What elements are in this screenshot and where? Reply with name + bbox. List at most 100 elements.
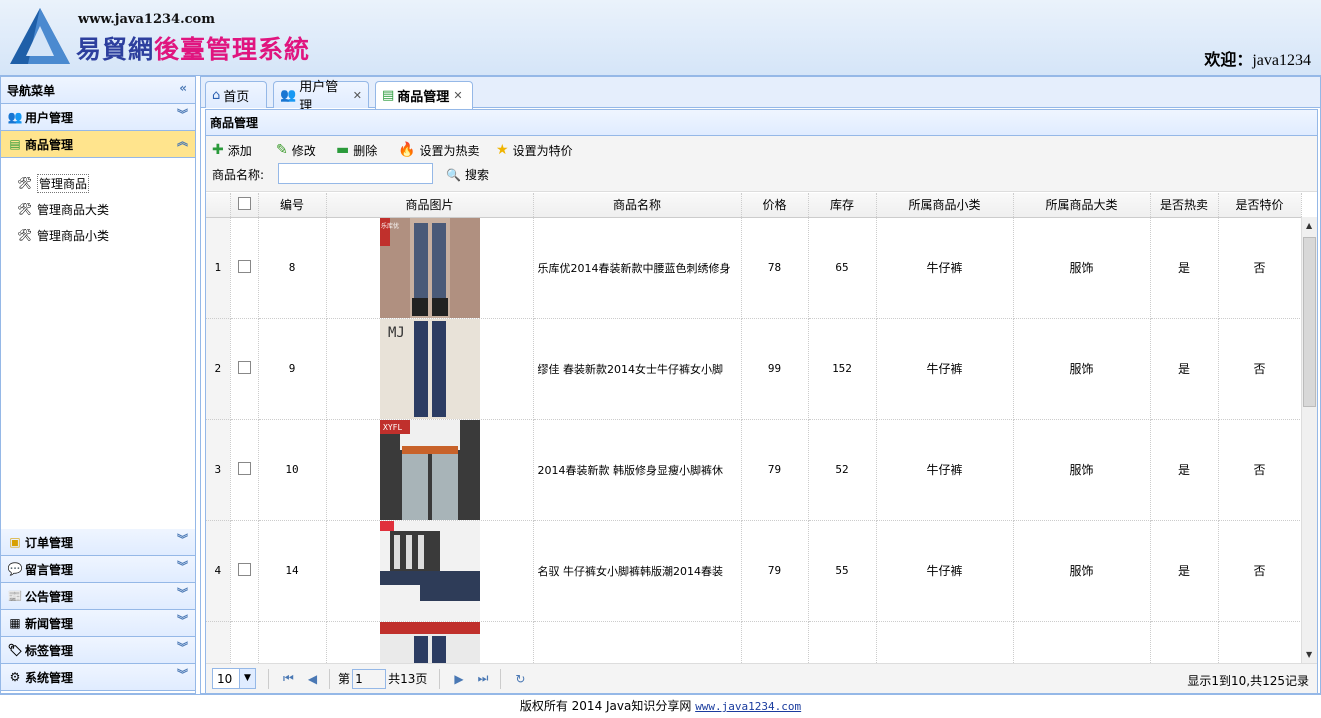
prev-page-icon[interactable]: ◀ (308, 672, 317, 686)
site-title: 易貿網後臺管理系統 (76, 35, 311, 64)
nav-section-news[interactable]: ▦ 新闻管理 ︾ (1, 610, 195, 637)
svg-text:乐库优: 乐库优 (381, 222, 399, 230)
last-page-icon[interactable]: ⏭ (478, 671, 489, 686)
nav-section-products[interactable]: ▤ 商品管理 ︽ (1, 131, 195, 158)
dropdown-arrow-icon[interactable]: ▼ (239, 669, 255, 688)
scrollbar-thumb[interactable] (1303, 237, 1316, 407)
page-number-input[interactable]: 1 (352, 668, 387, 689)
column-header[interactable]: 商品图片 (326, 193, 534, 218)
collapse-left-icon[interactable]: « (179, 82, 187, 94)
footer-link[interactable]: www.java1234.com (695, 700, 801, 713)
submenu-manage-small-categories[interactable]: 🛠 管理商品小类 (17, 222, 195, 248)
table-row[interactable]: 2 9 MJ 缪佳 春装新款2014女士牛仔裤女小脚 99 152 牛仔裤 服饰… (206, 318, 1302, 420)
cell-stock: 152 (808, 318, 877, 420)
chevron-down-icon[interactable]: ︾ (177, 534, 188, 545)
vertical-scrollbar[interactable]: ▲ ▼ (1301, 217, 1317, 663)
column-header[interactable]: 是否特价 (1218, 193, 1302, 218)
welcome-user: java1234 (1252, 52, 1311, 69)
delete-button[interactable]: ▬ 删除 (336, 140, 377, 160)
chevron-down-icon[interactable]: ︾ (177, 669, 188, 680)
cell-small-category: 牛仔裤 (876, 318, 1014, 420)
refresh-icon[interactable]: ↻ (515, 672, 525, 686)
chevron-down-icon[interactable]: ︾ (177, 615, 188, 626)
product-name-search-input[interactable] (278, 163, 433, 184)
tab-home[interactable]: ⌂ 首页 (205, 81, 267, 108)
product-table: 编号 商品图片 商品名称 价格 库存 所属商品小类 所属商品大类 是否热卖 是否… (206, 193, 1302, 663)
column-header[interactable]: 是否热卖 (1150, 193, 1219, 218)
cell-big-category: 服饰 (1013, 217, 1151, 319)
table-row[interactable]: 4 14 名驭 牛仔裤女小脚裤韩版潮2014春装 79 55 牛仔裤 服饰 是 … (206, 520, 1302, 622)
chevron-up-icon[interactable]: ︽ (177, 136, 188, 147)
table-row[interactable]: 3 10 XYFL 2014春装新款 韩版修身显瘦小脚裤休 79 52 牛仔裤 … (206, 419, 1302, 521)
edit-button[interactable]: ✎ 修改 (276, 140, 316, 160)
row-number (206, 621, 231, 663)
cell-id: 9 (258, 318, 327, 420)
column-header[interactable]: 编号 (258, 193, 327, 218)
nav-section-messages[interactable]: 💬 留言管理 ︾ (1, 556, 195, 583)
close-icon[interactable]: ✕ (353, 89, 362, 102)
cell-big-category: 服饰 (1013, 520, 1151, 622)
page-size-select[interactable]: 10 ▼ (212, 668, 256, 689)
site-url: www.java1234.com (78, 12, 215, 27)
system-icon: ⚙ (9, 670, 21, 684)
cell-price: 79 (741, 419, 809, 521)
add-button[interactable]: ✚ 添加 (212, 140, 252, 160)
close-icon[interactable]: ✕ (453, 89, 462, 102)
footer: 版权所有 2014 Java知识分享网 www.java1234.com (0, 694, 1321, 717)
cell-name: 乐库优2014春装新款中腰蓝色刺绣修身 (533, 217, 742, 319)
chevron-down-icon[interactable]: ︾ (177, 588, 188, 599)
notice-icon: 📰 (7, 589, 23, 603)
nav-section-orders[interactable]: ▣ 订单管理 ︾ (1, 529, 195, 556)
nav-section-users[interactable]: 👥 用户管理 ︾ (1, 104, 195, 131)
select-all-checkbox-cell[interactable] (230, 193, 259, 218)
row-checkbox[interactable] (237, 461, 251, 475)
select-all-checkbox[interactable] (237, 196, 251, 210)
nav-section-notices[interactable]: 📰 公告管理 ︾ (1, 583, 195, 610)
row-checkbox-cell[interactable] (230, 520, 259, 622)
column-header[interactable]: 所属商品大类 (1013, 193, 1151, 218)
row-checkbox-cell[interactable] (230, 217, 259, 319)
submenu-manage-big-categories[interactable]: 🛠 管理商品大类 (17, 196, 195, 222)
row-checkbox[interactable] (237, 360, 251, 374)
tab-user-management[interactable]: 👥 用户管理 ✕ (273, 80, 369, 114)
page-label-pre: 第 (338, 672, 351, 686)
search-button[interactable]: 🔍 搜索 (446, 166, 489, 183)
chevron-down-icon[interactable]: ︾ (177, 642, 188, 653)
nav-section-system[interactable]: ⚙ 系统管理 ︾ (1, 664, 195, 691)
scroll-down-icon[interactable]: ▼ (1306, 650, 1312, 659)
tab-product-management[interactable]: ▤ 商品管理 ✕ (375, 81, 473, 109)
cell-special: 否 (1218, 419, 1302, 521)
cell-stock: 65 (808, 217, 877, 319)
first-page-icon[interactable]: ⏮ (283, 671, 294, 686)
column-header[interactable]: 所属商品小类 (876, 193, 1014, 218)
cell-image: MJ (326, 318, 534, 420)
column-header[interactable]: 价格 (741, 193, 809, 218)
table-row[interactable]: 1 8 乐库优 乐库优2014春装新款中腰蓝色刺绣修身 78 65 牛仔裤 服饰… (206, 217, 1302, 319)
grid-icon: ▤ (9, 137, 21, 151)
row-checkbox-cell[interactable] (230, 318, 259, 420)
cell-small-category: 牛仔裤 (876, 419, 1014, 521)
scroll-up-icon[interactable]: ▲ (1306, 221, 1312, 230)
cell-stock (808, 621, 877, 663)
remove-icon: ▬ (336, 142, 350, 158)
row-checkbox-cell[interactable] (230, 621, 259, 663)
chevron-down-icon[interactable]: ︾ (177, 561, 188, 572)
nav-section-tags[interactable]: 🏷 标签管理 ︾ (1, 637, 195, 664)
row-checkbox[interactable] (237, 259, 251, 273)
tools-icon: 🛠 (17, 228, 33, 242)
next-page-icon[interactable]: ▶ (454, 672, 463, 686)
cell-hot (1150, 621, 1219, 663)
column-header[interactable]: 库存 (808, 193, 877, 218)
submenu-manage-products[interactable]: 🛠 管理商品 (17, 170, 195, 196)
cell-image: 乐库优 (326, 217, 534, 319)
column-header[interactable]: 商品名称 (533, 193, 742, 218)
table-row[interactable] (206, 621, 1302, 663)
set-special-button[interactable]: ★ 设置为特价 (496, 140, 573, 160)
grid-icon: ▤ (382, 88, 395, 103)
set-hot-button[interactable]: 🔥 设置为热卖 (398, 140, 479, 160)
chevron-down-icon[interactable]: ︾ (177, 109, 188, 120)
row-checkbox[interactable] (237, 562, 251, 576)
home-icon: ⌂ (212, 87, 221, 103)
row-checkbox-cell[interactable] (230, 419, 259, 521)
cell-special: 否 (1218, 318, 1302, 420)
